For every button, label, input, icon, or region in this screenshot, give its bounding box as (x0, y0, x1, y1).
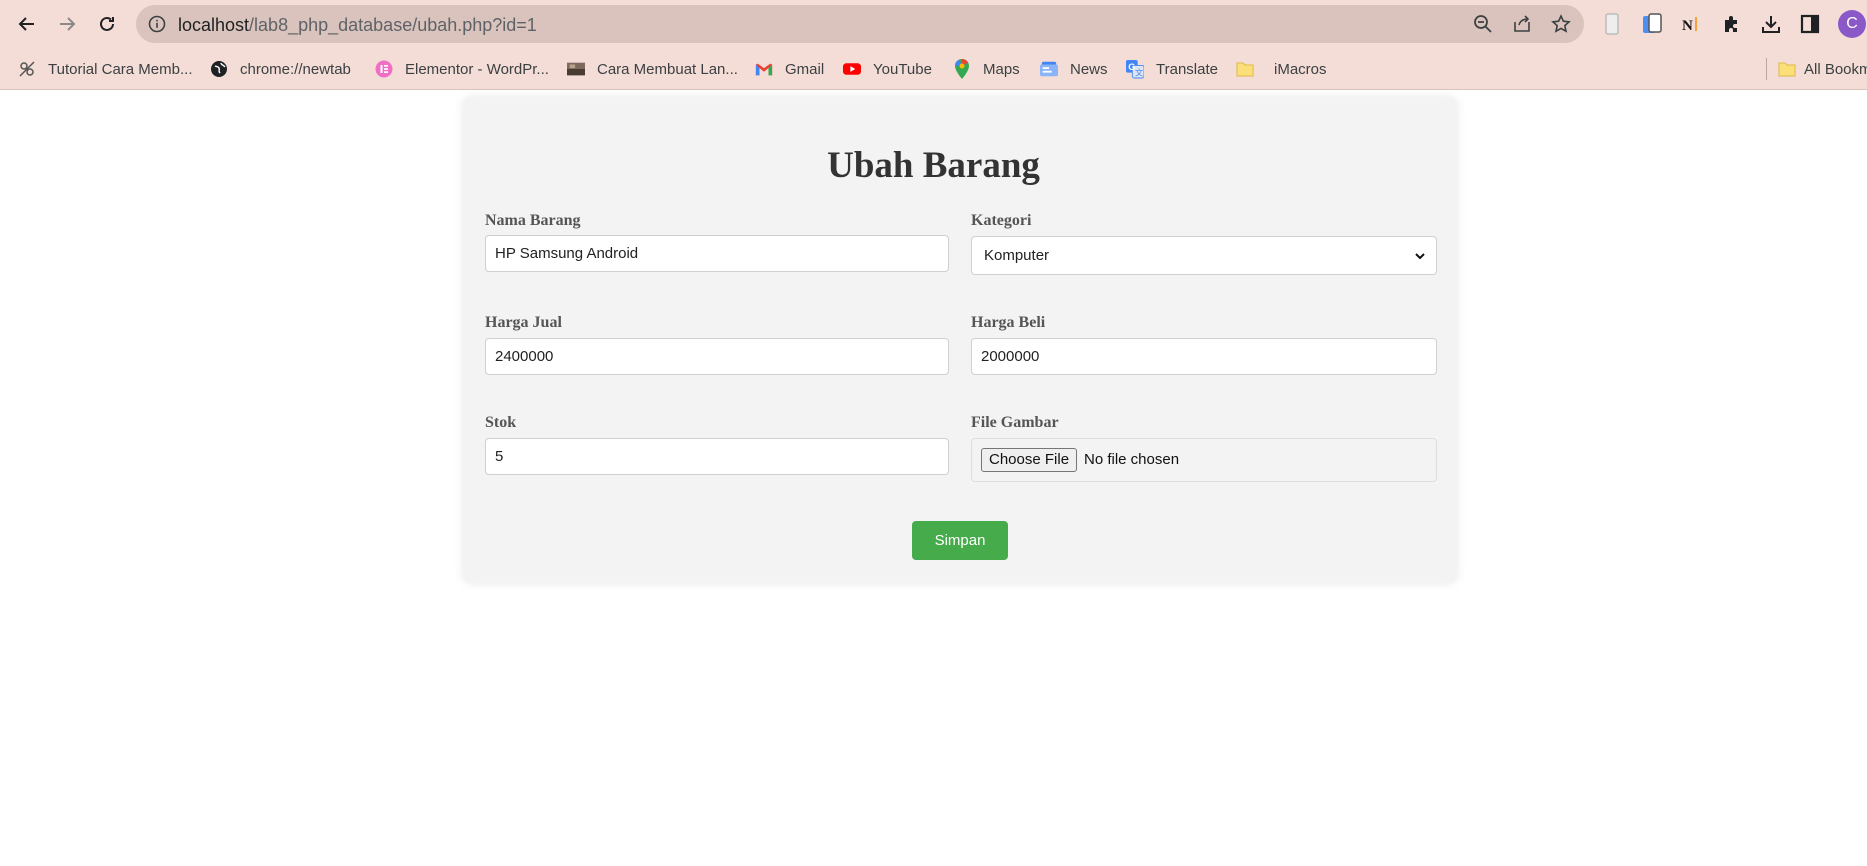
browser-toolbar: localhost/lab8_php_database/ubah.php?id=… (0, 0, 1867, 48)
reload-button[interactable] (92, 9, 122, 39)
puzzle-icon[interactable] (1719, 12, 1743, 36)
bookmark-maps[interactable]: Maps (953, 58, 1020, 80)
kategori-selected-value: Komputer (984, 247, 1050, 264)
arrow-right-icon (60, 17, 76, 31)
kategori-label: Kategori (971, 212, 1032, 229)
news-icon (1040, 60, 1058, 78)
bookmark-cara-membuat[interactable]: Cara Membuat Lan... (567, 58, 738, 80)
forward-button[interactable] (52, 9, 82, 39)
thumbnail-icon (567, 60, 585, 78)
bookmark-label: Maps (983, 60, 1020, 78)
reload-icon (100, 16, 114, 31)
nama-barang-label: Nama Barang (485, 212, 581, 229)
bookmark-label: iMacros (1274, 60, 1327, 78)
bookmark-gmail[interactable]: Gmail (755, 58, 824, 80)
bookmark-youtube[interactable]: YouTube (843, 58, 932, 80)
share-icon[interactable] (1512, 14, 1532, 34)
bookmark-news[interactable]: News (1040, 58, 1108, 80)
bookmarks-bar: Tutorial Cara Memb... chrome://newtab El… (0, 48, 1867, 90)
url-text[interactable]: localhost/lab8_php_database/ubah.php?id=… (178, 15, 537, 36)
phone-extension-icon[interactable] (1600, 12, 1624, 36)
stok-label: Stok (485, 414, 517, 431)
harga-jual-label: Harga Jual (485, 314, 562, 331)
device-extension-icon[interactable] (1640, 12, 1664, 36)
page-title: Ubah Barang (827, 145, 1040, 186)
bookmark-label: YouTube (873, 60, 932, 78)
translate-icon: G文 (1126, 60, 1144, 79)
arrow-left-icon (18, 17, 34, 31)
bookmarks-separator (1766, 58, 1767, 80)
harga-beli-label: Harga Beli (971, 314, 1046, 331)
bookmark-label: Tutorial Cara Memb... (48, 60, 193, 78)
star-icon[interactable] (1551, 14, 1571, 34)
elementor-icon (375, 60, 393, 78)
file-status-text: No file chosen (1084, 451, 1180, 468)
sewing-icon (18, 60, 36, 78)
bookmark-elementor[interactable]: Elementor - WordPr... (375, 58, 549, 80)
bookmark-label: Gmail (785, 60, 825, 78)
download-icon[interactable] (1759, 12, 1783, 36)
bookmark-all-bookmarks[interactable]: All Bookm (1778, 58, 1867, 80)
file-gambar-label: File Gambar (971, 414, 1059, 431)
zoom-icon[interactable] (1473, 14, 1493, 34)
svg-text:N: N (1682, 18, 1693, 34)
address-bar[interactable]: localhost/lab8_php_database/ubah.php?id=… (136, 5, 1584, 43)
gmail-icon (755, 60, 773, 78)
url-path: /lab8_php_database/ubah.php?id=1 (249, 15, 537, 35)
bookmark-label: Translate (1156, 60, 1218, 78)
bookmark-label: News (1070, 60, 1108, 78)
info-icon[interactable] (148, 15, 166, 33)
bookmark-label: chrome://newtab (240, 60, 351, 78)
globe-icon (210, 60, 228, 78)
nama-barang-input[interactable]: HP Samsung Android (485, 235, 949, 272)
kategori-select[interactable]: Komputer (971, 236, 1437, 275)
side-panel-icon[interactable] (1798, 12, 1822, 36)
chevron-down-icon (1415, 253, 1425, 260)
bookmark-imacros[interactable]: iMacros (1236, 58, 1327, 80)
maps-icon (953, 59, 971, 79)
notion-extension-icon[interactable]: N (1679, 12, 1703, 36)
bookmark-tutorial[interactable]: Tutorial Cara Memb... (18, 58, 193, 80)
bookmark-translate[interactable]: G文 Translate (1126, 58, 1218, 80)
stok-input[interactable]: 5 (485, 438, 949, 475)
bookmark-newtab[interactable]: chrome://newtab (210, 58, 351, 80)
harga-beli-input[interactable]: 2000000 (971, 338, 1437, 375)
folder-icon (1236, 60, 1254, 78)
harga-jual-input[interactable]: 2400000 (485, 338, 949, 375)
url-host: localhost (178, 15, 250, 35)
simpan-button[interactable]: Simpan (912, 521, 1008, 560)
folder-icon (1778, 60, 1796, 78)
back-button[interactable] (12, 9, 42, 39)
bookmark-label: Cara Membuat Lan... (597, 60, 738, 78)
bookmark-label: All Bookm (1804, 60, 1867, 78)
bookmark-label: Elementor - WordPr... (405, 60, 549, 78)
file-gambar-input[interactable]: Choose File No file chosen (971, 438, 1437, 482)
choose-file-button[interactable]: Choose File (981, 448, 1078, 472)
profile-avatar[interactable]: C (1838, 10, 1866, 38)
youtube-icon (843, 60, 861, 78)
svg-text:文: 文 (1135, 67, 1143, 77)
